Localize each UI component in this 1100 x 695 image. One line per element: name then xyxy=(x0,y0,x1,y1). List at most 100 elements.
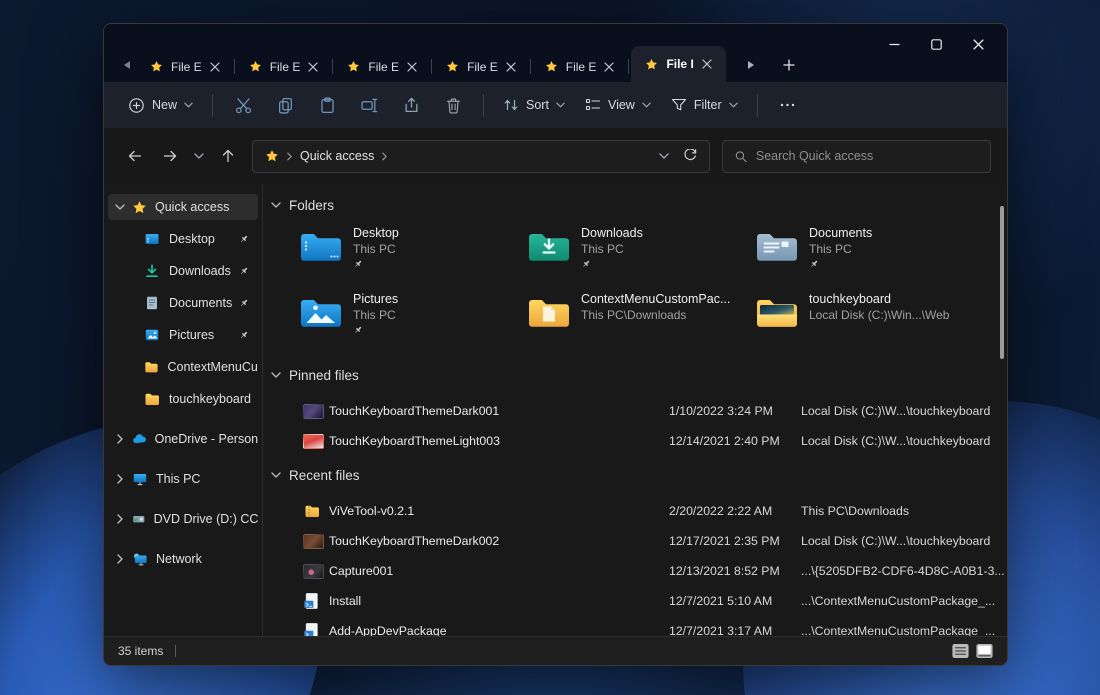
sidebar-item-touchkeyboard[interactable]: touchkeyboard xyxy=(108,386,258,412)
delete-button[interactable] xyxy=(432,88,474,122)
sidebar-item-pictures[interactable]: Pictures xyxy=(108,322,258,348)
cut-icon xyxy=(235,97,252,114)
window-controls xyxy=(873,29,999,59)
filter-button[interactable]: Filter xyxy=(661,88,748,122)
trash-icon xyxy=(445,97,462,114)
recent-files-list: ViVeTool-v0.2.1 2/20/2022 2:22 AM This P… xyxy=(269,496,1007,636)
tab-label: File E xyxy=(566,60,597,74)
address-dropdown-chevron-icon[interactable] xyxy=(659,153,669,159)
section-header-folders[interactable]: Folders xyxy=(271,196,1007,214)
image-thumbnail xyxy=(303,404,324,419)
sidebar-item-onedrive[interactable]: OneDrive - Personal xyxy=(108,426,258,452)
tab-file-explorer-active[interactable]: File I xyxy=(631,46,725,82)
folder-tile-documents[interactable]: Documents This PC xyxy=(754,226,982,286)
sidebar-item-quick-access[interactable]: Quick access xyxy=(108,194,258,220)
rename-button[interactable] xyxy=(348,88,390,122)
sidebar-item-downloads[interactable]: Downloads xyxy=(108,258,258,284)
search-box[interactable] xyxy=(722,140,991,173)
file-row-capture001[interactable]: Capture001 12/13/2021 8:52 PM ...\{5205D… xyxy=(269,556,1007,586)
up-button[interactable] xyxy=(213,141,242,171)
content-pane: Folders Desktop This PC xyxy=(263,184,1007,636)
section-title: Pinned files xyxy=(289,368,359,383)
copy-button[interactable] xyxy=(264,88,306,122)
chevron-right-icon[interactable] xyxy=(287,152,292,161)
file-date: 12/7/2021 3:17 AM xyxy=(669,624,801,636)
tab-close-icon[interactable] xyxy=(407,62,417,72)
file-name: TouchKeyboardThemeDark001 xyxy=(329,404,669,418)
tab-close-icon[interactable] xyxy=(506,62,516,72)
forward-button[interactable] xyxy=(155,141,184,171)
expand-chevron[interactable] xyxy=(108,434,132,444)
file-row-touchkeyboardthemedark002[interactable]: TouchKeyboardThemeDark002 12/17/2021 2:3… xyxy=(269,526,1007,556)
expand-chevron[interactable] xyxy=(108,554,132,564)
search-input[interactable] xyxy=(756,149,978,163)
sidebar-item-desktop[interactable]: Desktop xyxy=(108,226,258,252)
see-more-button[interactable] xyxy=(767,88,809,122)
sidebar-item-documents[interactable]: Documents xyxy=(108,290,258,316)
new-button[interactable]: New xyxy=(118,88,203,122)
share-button[interactable] xyxy=(390,88,432,122)
tab-scroll-right-icon[interactable] xyxy=(740,50,762,80)
expand-chevron[interactable] xyxy=(108,204,132,210)
chevron-right-icon[interactable] xyxy=(382,152,387,161)
section-title: Folders xyxy=(289,198,334,213)
tab-file-explorer-4[interactable]: File E xyxy=(434,51,528,82)
expand-chevron[interactable] xyxy=(108,514,132,524)
vertical-scrollbar[interactable] xyxy=(1000,206,1004,359)
sidebar-item-this-pc[interactable]: This PC xyxy=(108,466,258,492)
tab-close-icon[interactable] xyxy=(308,62,318,72)
details-view-icon[interactable] xyxy=(952,644,969,658)
close-button[interactable] xyxy=(957,29,999,59)
back-button[interactable] xyxy=(120,141,149,171)
maximize-button[interactable] xyxy=(915,29,957,59)
new-icon xyxy=(128,97,145,114)
tab-file-explorer-3[interactable]: File E xyxy=(335,51,429,82)
folder-tile-downloads[interactable]: Downloads This PC xyxy=(526,226,754,286)
section-title: Recent files xyxy=(289,468,360,483)
paste-button[interactable] xyxy=(306,88,348,122)
new-tab-button[interactable] xyxy=(776,50,802,80)
tab-close-icon[interactable] xyxy=(702,59,712,69)
folder-tile-desktop[interactable]: Desktop This PC xyxy=(298,226,526,286)
section-header-pinned-files[interactable]: Pinned files xyxy=(271,366,1007,384)
tab-separator xyxy=(431,59,432,74)
tab-close-icon[interactable] xyxy=(210,62,220,72)
folder-tile-touchkeyboard[interactable]: touchkeyboard Local Disk (C:)\Win...\Web xyxy=(754,292,982,352)
pin-icon xyxy=(239,298,249,308)
close-icon xyxy=(973,39,984,50)
file-row-vivetool[interactable]: ViVeTool-v0.2.1 2/20/2022 2:22 AM This P… xyxy=(269,496,1007,526)
expand-chevron[interactable] xyxy=(108,474,132,484)
sidebar-item-label: ContextMenuCust xyxy=(167,360,258,374)
sidebar-item-contextmenucust[interactable]: ContextMenuCust xyxy=(108,354,258,380)
tab-file-explorer-2[interactable]: File E xyxy=(237,51,331,82)
tab-scroll-left-icon[interactable] xyxy=(116,50,138,80)
sidebar-item-network[interactable]: Network xyxy=(108,546,258,572)
sidebar-item-label: OneDrive - Personal xyxy=(155,432,258,446)
tab-file-explorer-1[interactable]: File E xyxy=(138,51,232,82)
file-row-touchkeyboardthemelight003[interactable]: TouchKeyboardThemeLight003 12/14/2021 2:… xyxy=(269,426,1007,456)
file-row-install[interactable]: Install 12/7/2021 5:10 AM ...\ContextMen… xyxy=(269,586,1007,616)
navigation-row: Quick access xyxy=(104,128,1007,184)
star-icon xyxy=(132,200,147,215)
minimize-button[interactable] xyxy=(873,29,915,59)
recent-locations-button[interactable] xyxy=(184,141,213,171)
sidebar-item-dvd-drive[interactable]: DVD Drive (D:) CCCC xyxy=(108,506,258,532)
file-row-add-appdevpackage[interactable]: Add-AppDevPackage 12/7/2021 3:17 AM ...\… xyxy=(269,616,1007,636)
tab-file-explorer-5[interactable]: File E xyxy=(533,51,627,82)
tab-close-icon[interactable] xyxy=(604,62,614,72)
file-date: 1/10/2022 3:24 PM xyxy=(669,404,801,418)
chevron-right-icon xyxy=(117,514,123,524)
section-header-recent-files[interactable]: Recent files xyxy=(271,466,1007,484)
sort-button[interactable]: Sort xyxy=(493,88,575,122)
cut-button[interactable] xyxy=(222,88,264,122)
breadcrumb-quick-access[interactable]: Quick access xyxy=(300,149,374,163)
large-thumbnails-view-icon[interactable] xyxy=(976,644,993,658)
address-bar[interactable]: Quick access xyxy=(252,140,710,173)
file-row-touchkeyboardthemedark001[interactable]: TouchKeyboardThemeDark001 1/10/2022 3:24… xyxy=(269,396,1007,426)
refresh-icon[interactable] xyxy=(683,149,697,163)
folder-tile-contextmenucustompac[interactable]: ContextMenuCustomPac... This PC\Download… xyxy=(526,292,754,352)
view-button[interactable]: View xyxy=(575,88,661,122)
file-name: Install xyxy=(329,594,669,608)
folder-tile-pictures[interactable]: Pictures This PC xyxy=(298,292,526,352)
sort-label: Sort xyxy=(526,98,549,112)
